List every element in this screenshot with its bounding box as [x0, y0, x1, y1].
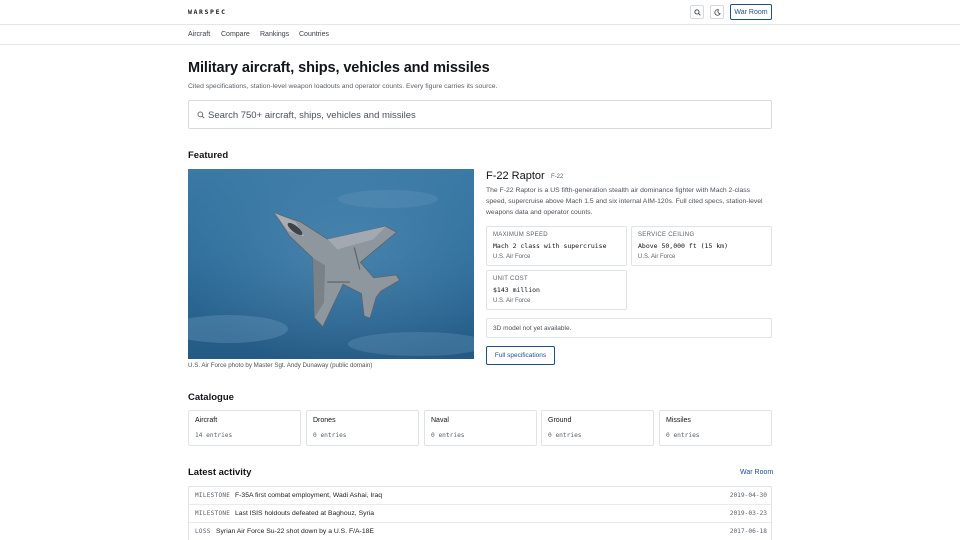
search-box[interactable] — [188, 100, 772, 129]
category-count: 0 entries — [666, 432, 700, 439]
nav-item-aircraft[interactable]: Aircraft — [188, 31, 210, 38]
category-name: Ground — [548, 417, 572, 424]
category-name: Naval — [431, 417, 449, 424]
activity-date: 2017-06-18 — [729, 528, 767, 535]
war-room-link[interactable]: War Room — [740, 469, 773, 476]
search-button[interactable] — [690, 5, 704, 19]
spec-label: UNIT COST — [493, 276, 528, 282]
spec-value: $143 million — [493, 286, 540, 294]
activity-type: MILESTONE — [195, 510, 231, 517]
category-card-naval[interactable]: Naval 0 entries — [424, 410, 537, 446]
model-notice-text: 3D model not yet available. — [493, 325, 572, 332]
search-icon — [693, 8, 701, 16]
category-count: 0 entries — [313, 432, 347, 439]
featured-image[interactable] — [188, 169, 474, 359]
activity-text: Last ISIS holdouts defeated at Baghouz, … — [235, 509, 375, 517]
catalogue-heading: Catalogue — [188, 392, 234, 403]
spec-label: SERVICE CEILING — [638, 232, 695, 238]
page-subtitle: Cited specifications, station-level weap… — [188, 83, 498, 90]
category-card-missiles[interactable]: Missiles 0 entries — [659, 410, 772, 446]
featured-description: The F-22 Raptor is a US fifth-generation… — [486, 187, 763, 216]
activity-text: F-35A first combat employment, Wadi Asha… — [235, 491, 383, 499]
search-input[interactable] — [208, 107, 763, 123]
main-nav: Aircraft Compare Rankings Countries — [0, 25, 960, 45]
activity-type: MILESTONE — [195, 492, 231, 499]
activity-text: Syrian Air Force Su-22 shot down by a U.… — [216, 527, 374, 535]
category-name: Missiles — [666, 417, 691, 424]
activity-row[interactable]: MILESTONE Last ISIS holdouts defeated at… — [189, 505, 771, 523]
category-count: 0 entries — [431, 432, 465, 439]
activity-date: 2019-04-30 — [729, 492, 767, 499]
f22-photo — [188, 169, 474, 359]
nav-item-countries[interactable]: Countries — [299, 31, 329, 38]
war-room-button[interactable]: War Room — [730, 4, 772, 20]
activity-date: 2019-03-23 — [729, 510, 767, 517]
page-title: Military aircraft, ships, vehicles and m… — [188, 60, 490, 76]
site-logo[interactable]: WARSPEC — [188, 8, 227, 16]
category-card-ground[interactable]: Ground 0 entries — [541, 410, 654, 446]
category-name: Aircraft — [195, 417, 218, 424]
image-credit: U.S. Air Force photo by Master Sgt. Andy… — [188, 362, 373, 369]
top-bar: WARSPEC War Room — [0, 0, 960, 25]
spec-card-service-ceiling: SERVICE CEILING Above 50,000 ft (15 km) … — [631, 226, 772, 266]
nav-item-rankings[interactable]: Rankings — [260, 31, 289, 38]
spec-label: MAXIMUM SPEED — [493, 232, 548, 238]
spec-value: Above 50,000 ft (15 km) — [638, 242, 729, 250]
activity-type: LOSS — [195, 528, 211, 535]
theme-toggle-button[interactable] — [710, 5, 724, 19]
spec-card-max-speed: MAXIMUM SPEED Mach 2 class with supercru… — [486, 226, 627, 266]
nav-item-compare[interactable]: Compare — [221, 31, 250, 38]
category-name: Drones — [313, 417, 336, 424]
spec-source: U.S. Air Force — [493, 254, 531, 260]
category-card-aircraft[interactable]: Aircraft 14 entries — [188, 410, 301, 446]
moon-icon — [713, 8, 721, 16]
activity-row[interactable]: LOSS Syrian Air Force Su-22 shot down by… — [189, 523, 771, 540]
activity-row[interactable]: MILESTONE F-35A first combat employment,… — [189, 487, 771, 505]
spec-source: U.S. Air Force — [638, 254, 676, 260]
activity-list: MILESTONE F-35A first combat employment,… — [188, 486, 772, 540]
category-card-drones[interactable]: Drones 0 entries — [306, 410, 419, 446]
search-icon — [197, 111, 205, 119]
spec-source: U.S. Air Force — [493, 298, 531, 304]
category-count: 0 entries — [548, 432, 582, 439]
full-specifications-button[interactable]: Full specifications — [486, 346, 555, 365]
latest-activity-heading: Latest activity — [188, 467, 252, 478]
spec-card-unit-cost: UNIT COST $143 million U.S. Air Force — [486, 270, 627, 310]
spec-value: Mach 2 class with supercruise — [493, 242, 607, 250]
featured-heading: Featured — [188, 150, 229, 161]
featured-name[interactable]: F-22 Raptor — [486, 170, 545, 182]
category-count: 14 entries — [195, 432, 233, 439]
model-notice: 3D model not yet available. — [486, 318, 772, 338]
featured-code: F-22 — [551, 174, 564, 180]
